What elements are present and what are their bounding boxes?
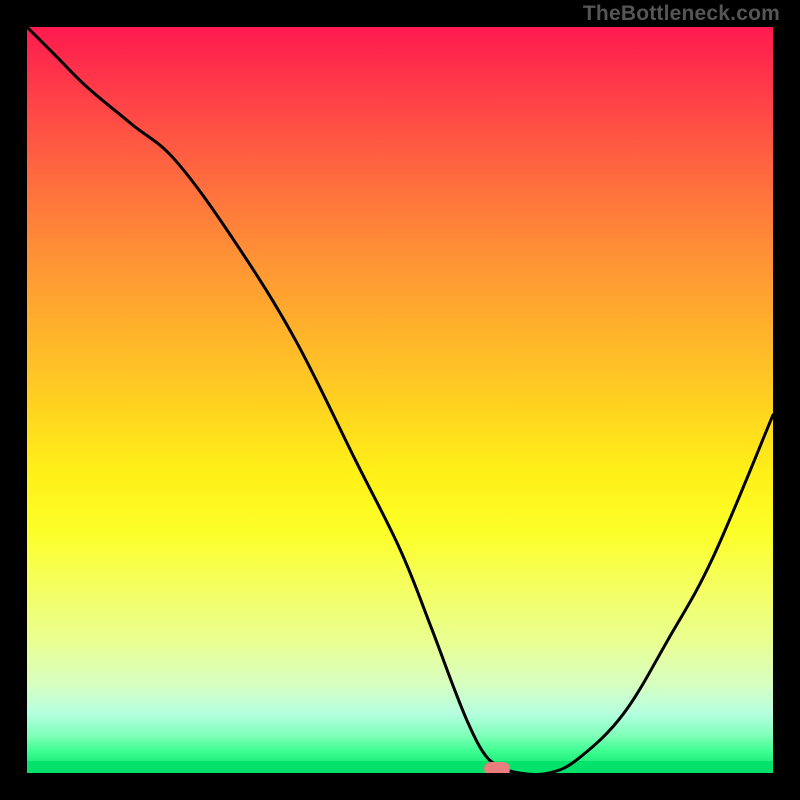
watermark-text: TheBottleneck.com <box>583 2 780 26</box>
plot-area <box>27 27 773 773</box>
minimum-marker <box>484 762 510 773</box>
bottleneck-curve <box>27 27 773 773</box>
chart-frame: TheBottleneck.com <box>0 0 800 800</box>
